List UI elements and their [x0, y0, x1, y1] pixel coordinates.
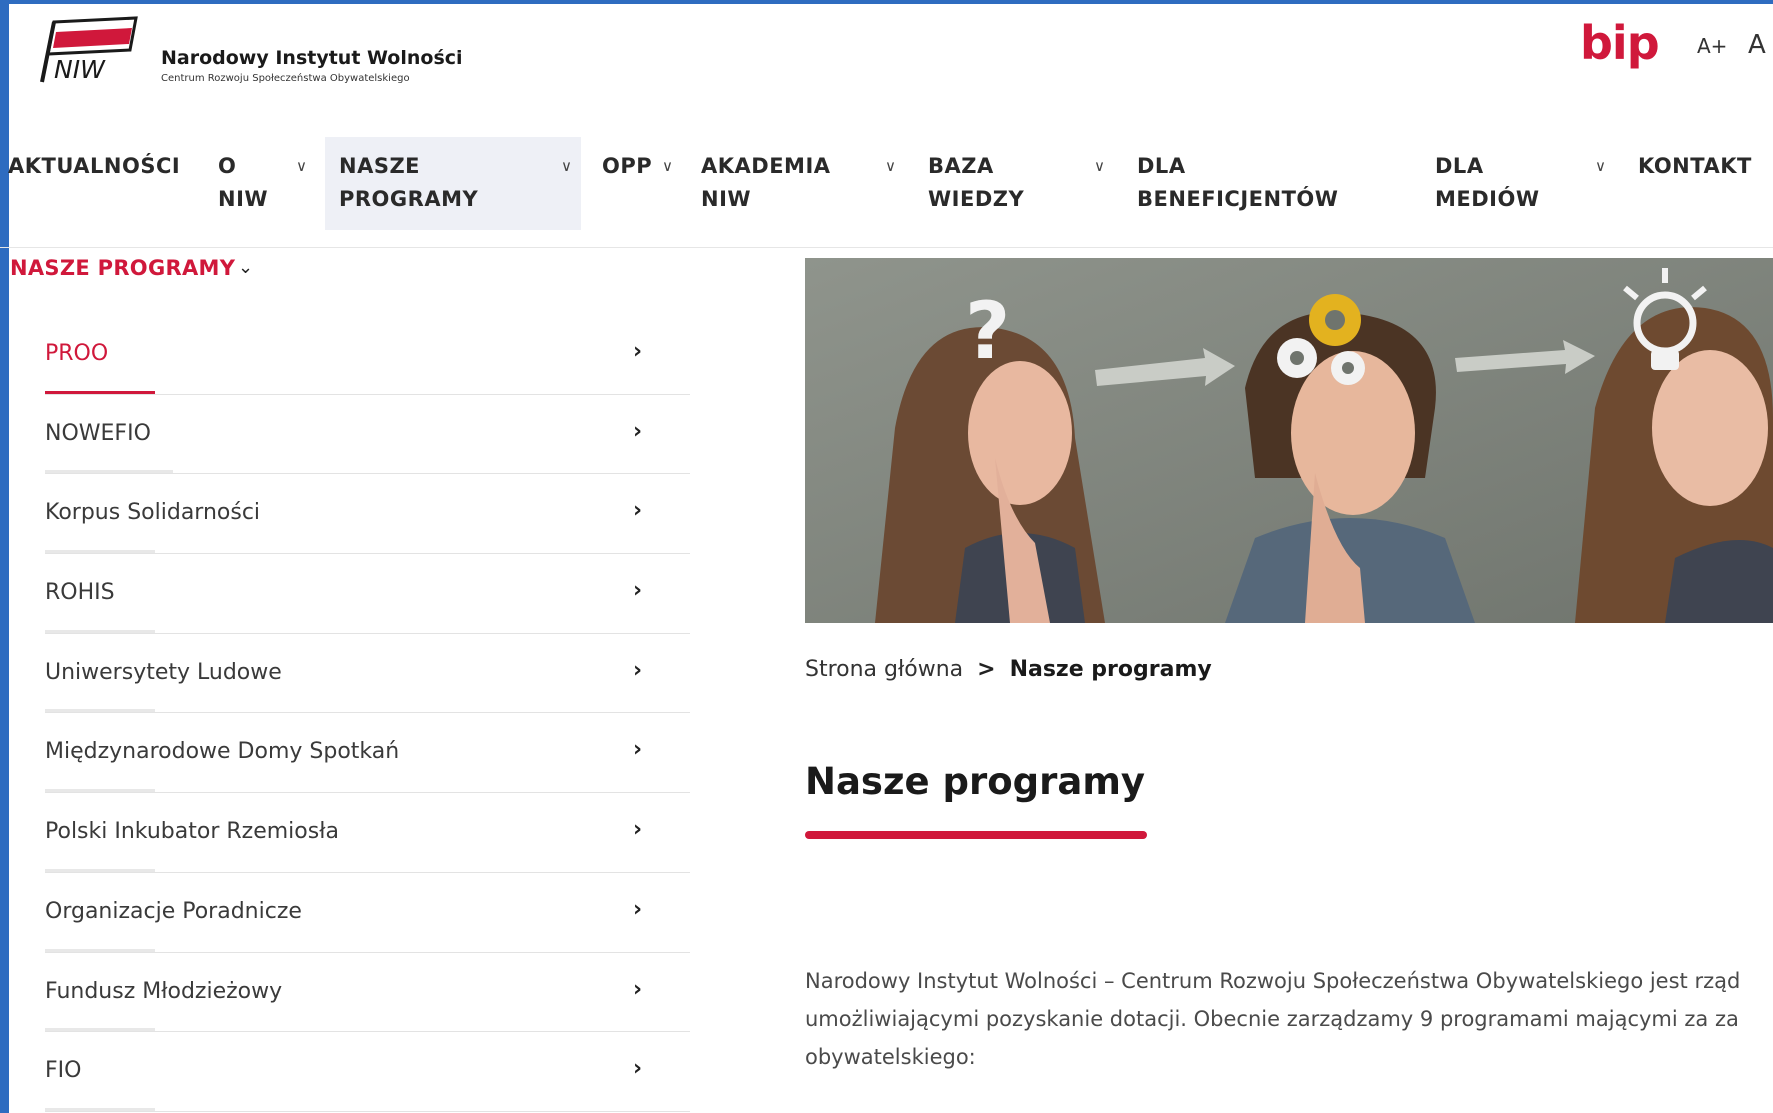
sidebar-item-nowefio[interactable]: NOWEFIO › — [45, 395, 690, 475]
sidebar-item-label: Międzynarodowe Domy Spotkań — [45, 739, 400, 765]
breadcrumb-home-link[interactable]: Strona główna — [805, 657, 963, 682]
brand-name: Narodowy Instytut Wolności — [161, 47, 463, 69]
nav-item-opp[interactable]: OPP ∨ — [602, 137, 680, 230]
sidebar-item-label: Polski Inkubator Rzemiosła — [45, 819, 339, 845]
chevron-right-icon: › — [633, 896, 643, 922]
chevron-down-icon: ∨ — [885, 157, 897, 175]
item-underline — [45, 629, 155, 633]
chevron-right-icon: › — [633, 418, 643, 444]
sidebar-item-miedzynarodowe-domy-spotkan[interactable]: Międzynarodowe Domy Spotkań › — [45, 713, 690, 794]
title-underline — [805, 831, 1147, 839]
nav-item-aktualnosci[interactable]: AKTUALNOŚCI — [8, 137, 198, 230]
sidebar-item-proo[interactable]: PROO › — [45, 315, 690, 395]
sidebar-item-label: ROHIS — [45, 580, 115, 606]
nav-label: AKTUALNOŚCI — [8, 154, 181, 178]
sidebar-item-organizacje-poradnicze[interactable]: Organizacje Poradnicze › — [45, 873, 690, 953]
item-underline — [45, 789, 155, 793]
logo-text: NIW — [54, 55, 106, 84]
niw-logo[interactable]: NIW — [40, 16, 140, 86]
chevron-right-icon: › — [633, 498, 643, 524]
chevron-down-icon: ∨ — [1094, 157, 1106, 175]
item-underline — [45, 868, 155, 872]
nav-label: NASZE PROGRAMY — [339, 154, 479, 211]
sidebar-title[interactable]: NASZE PROGRAMY — [10, 256, 235, 280]
item-underline — [45, 390, 155, 394]
breadcrumb-current: Nasze programy — [1009, 657, 1212, 682]
font-increase-button[interactable]: A+ — [1697, 34, 1727, 58]
nav-item-o-niw[interactable]: O NIW ∨ — [218, 137, 318, 230]
nav-item-kontakt[interactable]: KONTAKT — [1638, 137, 1773, 230]
font-default-button[interactable]: A — [1748, 30, 1766, 60]
sidebar-item-uniwersytety-ludowe[interactable]: Uniwersytety Ludowe › — [45, 634, 690, 714]
item-underline — [45, 1107, 155, 1111]
sidebar-menu: PROO › NOWEFIO › Korpus Solidarności › R… — [45, 315, 690, 1112]
sidebar-item-label: Uniwersytety Ludowe — [45, 659, 282, 685]
intro-line: obywatelskiego: — [805, 1045, 976, 1069]
item-underline — [45, 470, 173, 474]
breadcrumb: Strona główna > Nasze programy — [805, 657, 1212, 682]
chevron-down-icon: ∨ — [561, 157, 573, 175]
nav-item-dla-mediow[interactable]: DLA MEDIÓW ∨ — [1435, 137, 1625, 230]
hero-image: ? — [805, 258, 1773, 623]
item-underline — [45, 1028, 155, 1032]
page-title: Nasze programy — [805, 760, 1145, 803]
chevron-down-icon: ∨ — [1595, 157, 1607, 175]
nav-label: KONTAKT — [1638, 154, 1752, 178]
breadcrumb-separator: > — [977, 657, 996, 682]
sidebar-item-rohis[interactable]: ROHIS › — [45, 554, 690, 634]
nav-item-akademia-niw[interactable]: AKADEMIA NIW ∨ — [701, 137, 901, 230]
chevron-down-icon[interactable]: ⌄ — [238, 257, 253, 278]
sidebar-item-label: Organizacje Poradnicze — [45, 898, 302, 924]
sidebar-item-label: FIO — [45, 1058, 82, 1084]
sidebar-item-label: NOWEFIO — [45, 420, 151, 446]
sidebar-item-label: PROO — [45, 341, 109, 366]
chevron-right-icon: › — [633, 817, 643, 843]
chevron-right-icon: › — [633, 737, 643, 763]
chevron-right-icon: › — [633, 657, 643, 683]
chevron-right-icon: › — [633, 976, 643, 1002]
sidebar-item-label: Fundusz Młodzieżowy — [45, 978, 283, 1004]
sidebar-item-fundusz-mlodziezowy[interactable]: Fundusz Młodzieżowy › — [45, 953, 690, 1033]
chevron-right-icon: › — [633, 578, 643, 604]
chevron-right-icon: › — [633, 1056, 643, 1082]
nav-label: O NIW — [218, 154, 269, 211]
sidebar-item-fio[interactable]: FIO › — [45, 1032, 690, 1112]
window-frame-top — [0, 0, 1773, 4]
bip-link[interactable]: bip — [1580, 20, 1660, 66]
intro-text: Narodowy Instytut Wolności – Centrum Roz… — [805, 962, 1773, 1076]
nav-item-nasze-programy[interactable]: NASZE PROGRAMY ∨ — [325, 137, 581, 230]
nav-label: OPP — [602, 154, 653, 178]
nav-label: AKADEMIA NIW — [701, 154, 831, 211]
item-underline — [45, 709, 155, 713]
nav-label: BAZA WIEDZY — [928, 154, 1025, 211]
chevron-down-icon: ∨ — [296, 157, 308, 175]
intro-line: Narodowy Instytut Wolności – Centrum Roz… — [805, 969, 1741, 993]
chevron-down-icon: ∨ — [662, 157, 674, 175]
brand-subtitle: Centrum Rozwoju Społeczeństwa Obywatelsk… — [161, 73, 410, 84]
item-underline — [45, 948, 155, 952]
nav-label: DLA BENEFICJENTÓW — [1137, 154, 1339, 211]
main-nav: AKTUALNOŚCI O NIW ∨ NASZE PROGRAMY ∨ OPP… — [0, 137, 1773, 248]
chevron-right-icon: › — [633, 339, 643, 364]
intro-line: umożliwiającymi pozyskanie dotacji. Obec… — [805, 1007, 1739, 1031]
sidebar-item-korpus-solidarnosci[interactable]: Korpus Solidarności › — [45, 474, 690, 555]
nav-item-dla-beneficjentow[interactable]: DLA BENEFICJENTÓW — [1137, 137, 1377, 230]
sidebar-item-label: Korpus Solidarności — [45, 500, 261, 526]
nav-item-baza-wiedzy[interactable]: BAZA WIEDZY ∨ — [928, 137, 1118, 230]
nav-label: DLA MEDIÓW — [1435, 154, 1540, 211]
sidebar-item-polski-inkubator-rzemiosla[interactable]: Polski Inkubator Rzemiosła › — [45, 793, 690, 873]
svg-text:?: ? — [965, 287, 1010, 377]
item-underline — [45, 550, 155, 554]
